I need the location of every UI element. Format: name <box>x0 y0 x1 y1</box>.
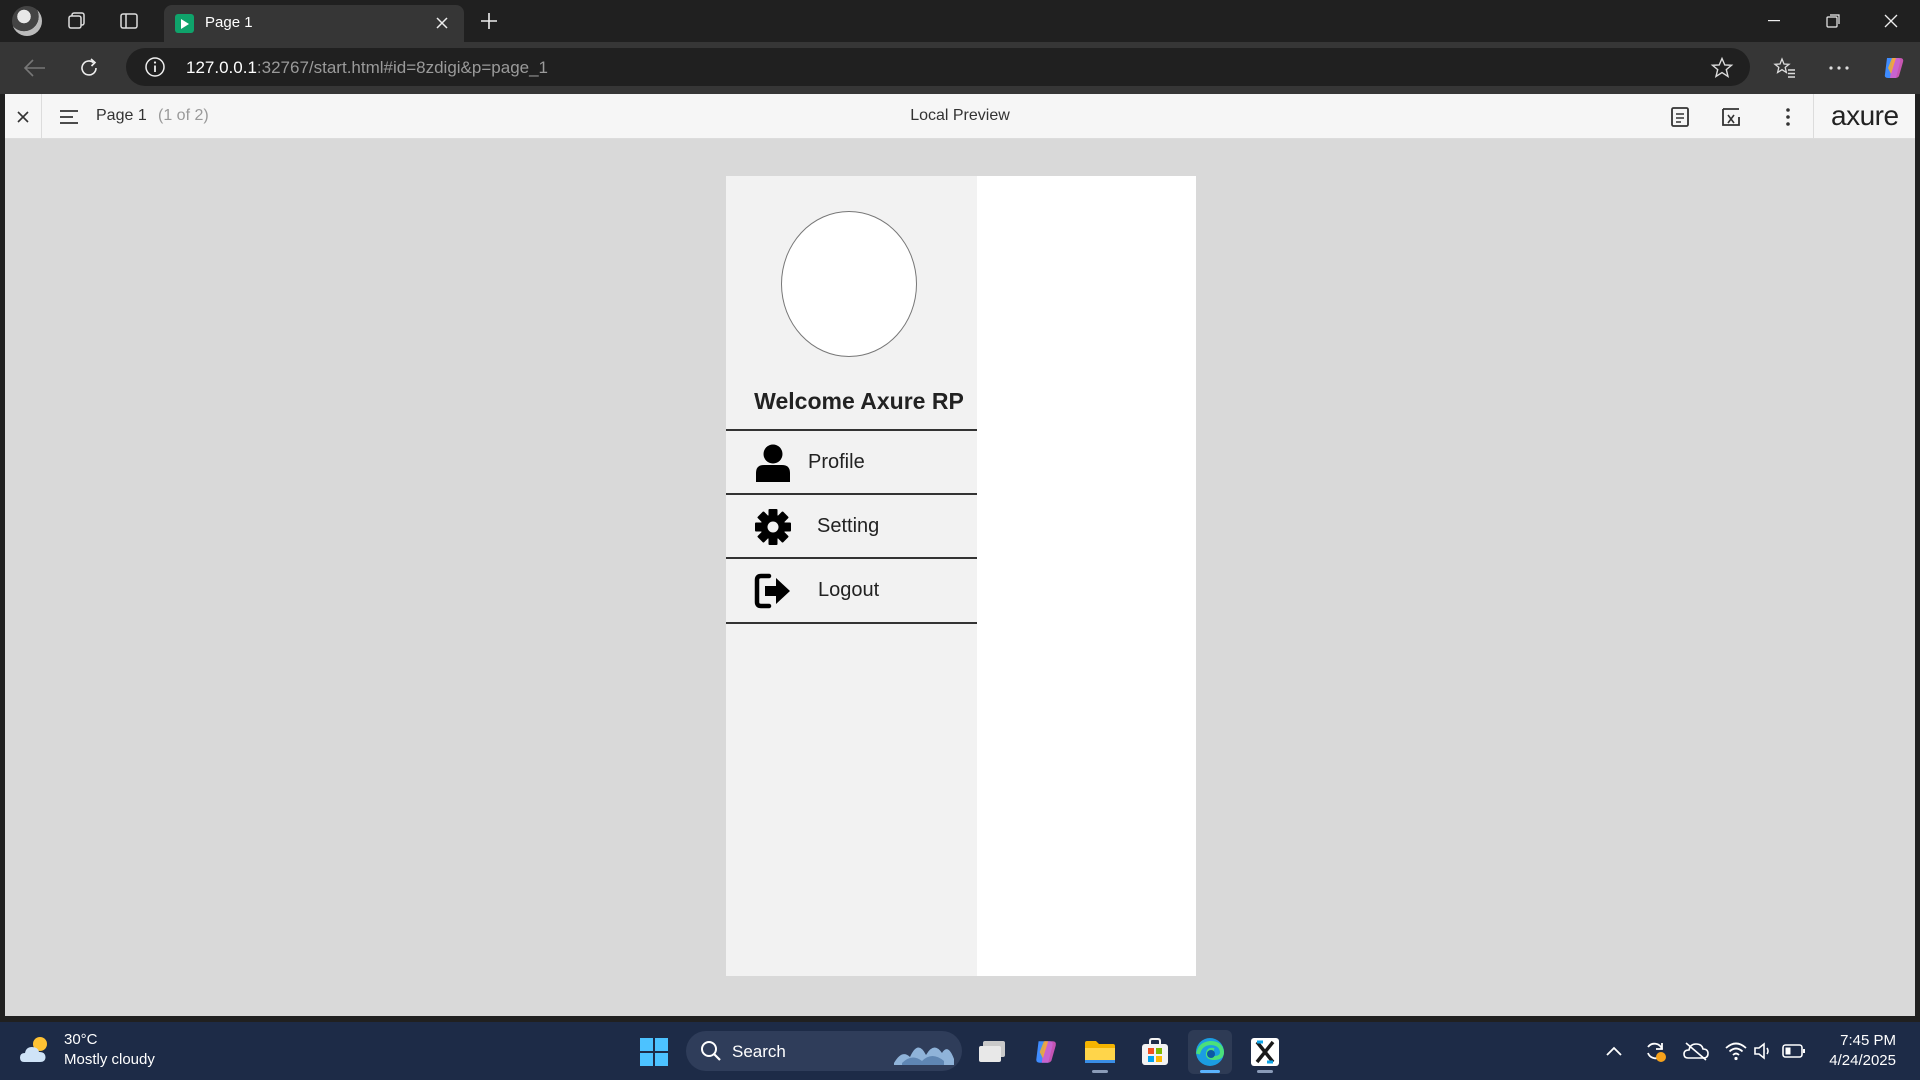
favorite-star-icon[interactable] <box>1710 56 1734 80</box>
inspect-icon[interactable] <box>1714 102 1748 132</box>
toolbar-divider <box>41 94 42 139</box>
file-explorer-icon[interactable] <box>1078 1030 1122 1074</box>
refresh-icon[interactable] <box>72 51 106 85</box>
sync-update-icon[interactable] <box>1642 1038 1668 1064</box>
show-hidden-icons-chevron-up-icon[interactable] <box>1601 1038 1627 1064</box>
axure-favicon-icon <box>175 14 194 33</box>
menu-item-profile[interactable]: Profile <box>726 429 977 495</box>
onedrive-offline-icon[interactable] <box>1683 1038 1709 1064</box>
workspaces-icon[interactable] <box>60 5 94 37</box>
menu-item-logout[interactable]: Logout <box>726 559 977 624</box>
weather-description: Mostly cloudy <box>64 1051 155 1068</box>
axure-viewer: Page 1 (1 of 2) Local Preview axure Welc… <box>5 94 1915 1016</box>
user-icon <box>754 443 792 483</box>
copilot-icon[interactable] <box>1876 51 1910 85</box>
clock-time[interactable]: 7:45 PM <box>1840 1032 1896 1049</box>
wifi-icon[interactable] <box>1723 1038 1749 1064</box>
back-arrow-icon[interactable] <box>18 51 52 85</box>
minimize-icon[interactable] <box>1745 0 1803 42</box>
copilot-app-icon[interactable] <box>1023 1030 1067 1074</box>
side-menu-panel: Welcome Axure RP Profile Setting Logout <box>726 176 977 976</box>
running-indicator <box>1257 1070 1273 1073</box>
toolbar-divider <box>1813 94 1814 139</box>
search-icon <box>701 1041 721 1061</box>
vertical-tabs-icon[interactable] <box>112 5 146 37</box>
taskbar-search[interactable]: Search <box>686 1031 962 1071</box>
browser-toolbar: 127.0.0.1:32767/start.html#id=8zdigi&p=p… <box>0 42 1920 94</box>
avatar <box>781 211 917 357</box>
weather-cloudy-icon[interactable] <box>18 1032 54 1068</box>
axure-rp-app-icon[interactable] <box>1243 1030 1287 1074</box>
notes-icon[interactable] <box>1663 102 1697 132</box>
browser-tab-bar: Page 1 <box>0 0 1920 42</box>
more-options-icon[interactable] <box>1822 51 1856 85</box>
menu-item-label: Profile <box>808 451 865 473</box>
running-indicator <box>1200 1070 1220 1073</box>
gear-icon <box>754 507 792 547</box>
url-text[interactable]: 127.0.0.1:32767/start.html#id=8zdigi&p=p… <box>186 58 548 78</box>
search-placeholder: Search <box>732 1042 786 1061</box>
window-close-icon[interactable] <box>1862 0 1920 42</box>
favorites-icon[interactable] <box>1768 51 1802 85</box>
address-bar[interactable]: 127.0.0.1:32767/start.html#id=8zdigi&p=p… <box>126 48 1750 86</box>
search-highlight-art-icon <box>894 1047 954 1065</box>
weather-temperature: 30°C <box>64 1031 98 1048</box>
menu-item-label: Logout <box>818 579 880 601</box>
microsoft-store-icon[interactable] <box>1133 1030 1177 1074</box>
logout-icon <box>754 571 792 611</box>
restore-icon[interactable] <box>1804 0 1862 42</box>
preview-title: Local Preview <box>910 107 1010 124</box>
welcome-heading: Welcome Axure RP <box>754 388 964 414</box>
start-button-windows-icon[interactable] <box>632 1030 676 1074</box>
menu-item-setting[interactable]: Setting <box>726 495 977 559</box>
battery-icon[interactable] <box>1781 1038 1807 1064</box>
current-page-name[interactable]: Page 1 <box>96 107 147 125</box>
axure-logo: axure <box>1831 100 1899 131</box>
menu-item-label: Setting <box>817 515 880 537</box>
more-menu-icon[interactable] <box>1771 102 1805 132</box>
close-sidebar-icon[interactable] <box>7 102 39 132</box>
site-info-icon[interactable] <box>144 56 166 78</box>
running-indicator <box>1092 1070 1108 1073</box>
tab-close-icon[interactable] <box>430 11 454 35</box>
browser-tab-active[interactable]: Page 1 <box>164 5 464 42</box>
page-count: (1 of 2) <box>158 107 209 124</box>
clock-date[interactable]: 4/24/2025 <box>1829 1052 1896 1069</box>
new-tab-icon[interactable] <box>472 5 506 37</box>
prototype-canvas: Welcome Axure RP Profile Setting Logout <box>726 176 1196 976</box>
browser-profile-avatar[interactable] <box>10 5 44 37</box>
windows-taskbar: 30°C Mostly cloudy Search 7:45 PM 4/24/2… <box>0 1022 1920 1080</box>
pages-menu-icon[interactable] <box>53 102 85 132</box>
task-view-icon[interactable] <box>970 1030 1014 1074</box>
axure-toolbar: Page 1 (1 of 2) Local Preview axure <box>5 94 1915 139</box>
tab-title: Page 1 <box>205 14 253 31</box>
edge-browser-icon[interactable] <box>1188 1030 1232 1074</box>
volume-icon[interactable] <box>1751 1038 1777 1064</box>
